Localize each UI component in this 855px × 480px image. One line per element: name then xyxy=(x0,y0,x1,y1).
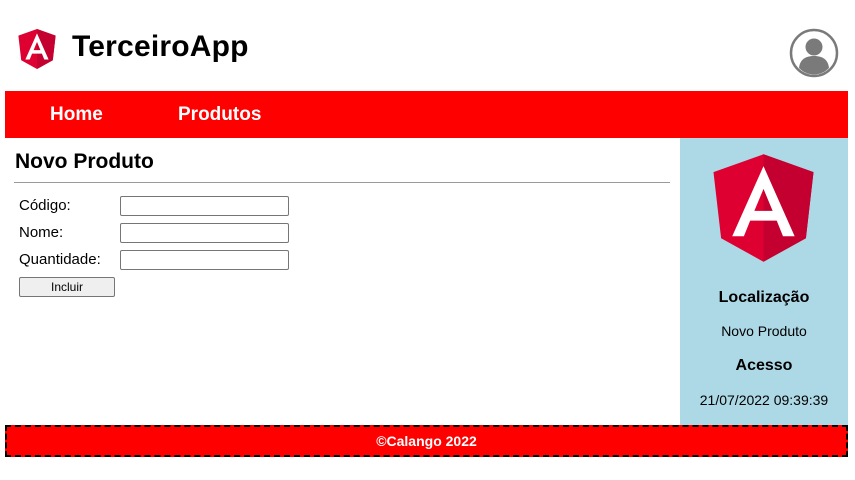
app-footer: ©Calango 2022 xyxy=(5,425,848,457)
location-value: Novo Produto xyxy=(721,323,807,339)
nome-label: Nome: xyxy=(19,224,64,241)
info-sidebar: Localização Novo Produto Acesso 21/07/20… xyxy=(680,138,848,425)
footer-text: ©Calango 2022 xyxy=(376,433,477,449)
access-value: 21/07/2022 09:39:39 xyxy=(699,392,829,408)
page-title: Novo Produto xyxy=(15,150,154,173)
nome-input[interactable] xyxy=(120,223,289,243)
nav-link-produtos[interactable]: Produtos xyxy=(178,104,261,126)
app-page: TerceiroApp Home Produtos Novo Produto C… xyxy=(0,0,855,480)
access-heading: Acesso xyxy=(735,357,793,374)
location-heading: Localização xyxy=(718,289,810,306)
main-navbar: Home Produtos xyxy=(5,91,848,138)
quantidade-input[interactable] xyxy=(120,250,289,270)
main-content: Novo Produto Código: Nome: Quantidade: I… xyxy=(5,138,680,425)
nav-link-home[interactable]: Home xyxy=(50,104,103,126)
angular-logo-icon xyxy=(18,29,56,69)
user-avatar-icon[interactable] xyxy=(789,28,839,78)
title-divider xyxy=(14,182,670,183)
app-header: TerceiroApp xyxy=(0,0,855,90)
codigo-input[interactable] xyxy=(120,196,289,216)
angular-logo-icon xyxy=(713,154,814,262)
app-title: TerceiroApp xyxy=(72,30,249,63)
quantidade-label: Quantidade: xyxy=(19,251,101,268)
incluir-button[interactable]: Incluir xyxy=(19,277,115,297)
codigo-label: Código: xyxy=(19,197,71,214)
